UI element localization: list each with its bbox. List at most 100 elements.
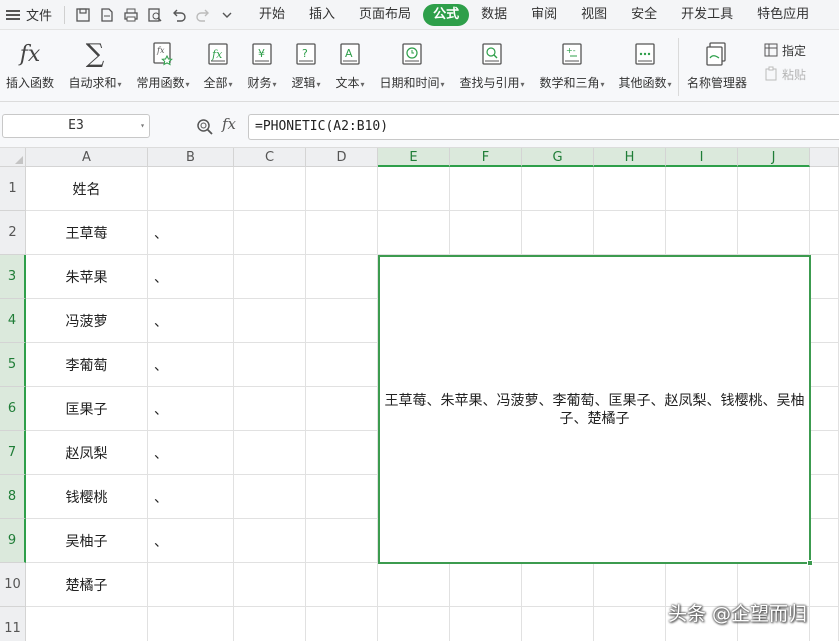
- tab-10[interactable]: 特色应用: [745, 4, 821, 26]
- cell-c8[interactable]: [234, 475, 306, 519]
- cell-a9[interactable]: 吴柚子: [26, 519, 148, 563]
- cell-b3[interactable]: 、: [148, 255, 234, 299]
- cell-b2[interactable]: 、: [148, 211, 234, 255]
- cell-h2[interactable]: [594, 211, 666, 255]
- cell-j1[interactable]: [738, 167, 810, 211]
- cell-g11[interactable]: [522, 607, 594, 641]
- cell-f1[interactable]: [450, 167, 522, 211]
- file-menu-button[interactable]: 文件: [0, 0, 58, 30]
- specify-button[interactable]: 指定: [763, 38, 806, 62]
- cell-c7[interactable]: [234, 431, 306, 475]
- row-header-7[interactable]: 7: [0, 431, 26, 475]
- cell-b11[interactable]: [148, 607, 234, 641]
- cell-e11[interactable]: [378, 607, 450, 641]
- logical-functions-button[interactable]: ? 逻辑▾: [284, 30, 328, 102]
- cell-a10[interactable]: 楚橘子: [26, 563, 148, 607]
- autosum-button[interactable]: ∑ 自动求和▾: [60, 30, 130, 102]
- row-header-11[interactable]: 11: [0, 607, 26, 641]
- cell-d8[interactable]: [306, 475, 378, 519]
- cell-c4[interactable]: [234, 299, 306, 343]
- cell-g2[interactable]: [522, 211, 594, 255]
- cell-k9[interactable]: [810, 519, 839, 563]
- column-header-overflow[interactable]: [810, 148, 839, 167]
- zoom-icon[interactable]: [196, 118, 214, 136]
- cell-b9[interactable]: 、: [148, 519, 234, 563]
- paste-name-button[interactable]: 粘贴: [763, 62, 806, 86]
- merged-cell-e3[interactable]: 王草莓、朱苹果、冯菠萝、李葡萄、匡果子、赵凤梨、钱樱桃、吴柚子、楚橘子: [378, 255, 811, 564]
- cell-k5[interactable]: [810, 343, 839, 387]
- row-header-10[interactable]: 10: [0, 563, 26, 607]
- cell-c10[interactable]: [234, 563, 306, 607]
- cell-g10[interactable]: [522, 563, 594, 607]
- cell-b7[interactable]: 、: [148, 431, 234, 475]
- cell-k2[interactable]: [810, 211, 839, 255]
- cell-h11[interactable]: [594, 607, 666, 641]
- column-header-g[interactable]: G: [522, 148, 594, 167]
- print-preview-button[interactable]: [143, 3, 167, 27]
- cell-b10[interactable]: [148, 563, 234, 607]
- cell-a3[interactable]: 朱苹果: [26, 255, 148, 299]
- redo-button[interactable]: [191, 3, 215, 27]
- cell-d10[interactable]: [306, 563, 378, 607]
- cell-d3[interactable]: [306, 255, 378, 299]
- cell-d6[interactable]: [306, 387, 378, 431]
- save-button[interactable]: [71, 3, 95, 27]
- cell-d7[interactable]: [306, 431, 378, 475]
- cell-k6[interactable]: [810, 387, 839, 431]
- tab-8[interactable]: 安全: [619, 4, 669, 26]
- column-header-c[interactable]: C: [234, 148, 306, 167]
- formula-input[interactable]: =PHONETIC(A2:B10): [248, 114, 839, 140]
- cell-a4[interactable]: 冯菠萝: [26, 299, 148, 343]
- row-header-9[interactable]: 9: [0, 519, 26, 563]
- row-header-5[interactable]: 5: [0, 343, 26, 387]
- cell-c6[interactable]: [234, 387, 306, 431]
- cell-b1[interactable]: [148, 167, 234, 211]
- cell-f10[interactable]: [450, 563, 522, 607]
- cell-b6[interactable]: 、: [148, 387, 234, 431]
- cell-c9[interactable]: [234, 519, 306, 563]
- row-header-3[interactable]: 3: [0, 255, 26, 299]
- cell-g1[interactable]: [522, 167, 594, 211]
- cell-c11[interactable]: [234, 607, 306, 641]
- cell-f2[interactable]: [450, 211, 522, 255]
- financial-functions-button[interactable]: ¥ 财务▾: [240, 30, 284, 102]
- quick-access-more-button[interactable]: [215, 3, 239, 27]
- cell-d2[interactable]: [306, 211, 378, 255]
- cell-k10[interactable]: [810, 563, 839, 607]
- print-button[interactable]: [119, 3, 143, 27]
- column-header-b[interactable]: B: [148, 148, 234, 167]
- cell-c5[interactable]: [234, 343, 306, 387]
- cell-a11[interactable]: [26, 607, 148, 641]
- chevron-down-icon[interactable]: ▾: [140, 115, 145, 137]
- cell-i2[interactable]: [666, 211, 738, 255]
- cell-a2[interactable]: 王草莓: [26, 211, 148, 255]
- cell-h1[interactable]: [594, 167, 666, 211]
- tab-4[interactable]: 公式: [423, 3, 470, 26]
- row-header-1[interactable]: 1: [0, 167, 26, 211]
- cell-e10[interactable]: [378, 563, 450, 607]
- cell-e2[interactable]: [378, 211, 450, 255]
- tab-9[interactable]: 开发工具: [669, 4, 745, 26]
- common-functions-button[interactable]: fx 常用函数▾: [130, 30, 196, 102]
- tab-7[interactable]: 视图: [569, 4, 619, 26]
- cell-a7[interactable]: 赵凤梨: [26, 431, 148, 475]
- cell-c2[interactable]: [234, 211, 306, 255]
- tab-1[interactable]: 开始: [247, 4, 297, 26]
- tab-3[interactable]: 页面布局: [347, 4, 423, 26]
- cell-k3[interactable]: [810, 255, 839, 299]
- column-header-i[interactable]: I: [666, 148, 738, 167]
- tab-5[interactable]: 数据: [469, 4, 519, 26]
- row-header-6[interactable]: 6: [0, 387, 26, 431]
- cell-a6[interactable]: 匡果子: [26, 387, 148, 431]
- cell-k1[interactable]: [810, 167, 839, 211]
- column-header-e[interactable]: E: [378, 148, 450, 167]
- undo-button[interactable]: [167, 3, 191, 27]
- cell-a5[interactable]: 李葡萄: [26, 343, 148, 387]
- cell-k11[interactable]: [810, 607, 839, 641]
- text-functions-button[interactable]: A 文本▾: [328, 30, 372, 102]
- column-header-h[interactable]: H: [594, 148, 666, 167]
- name-manager-button[interactable]: 名称管理器: [679, 30, 755, 102]
- cell-c3[interactable]: [234, 255, 306, 299]
- other-functions-button[interactable]: 其他函数▾: [612, 30, 678, 102]
- date-time-functions-button[interactable]: 日期和时间▾: [372, 30, 452, 102]
